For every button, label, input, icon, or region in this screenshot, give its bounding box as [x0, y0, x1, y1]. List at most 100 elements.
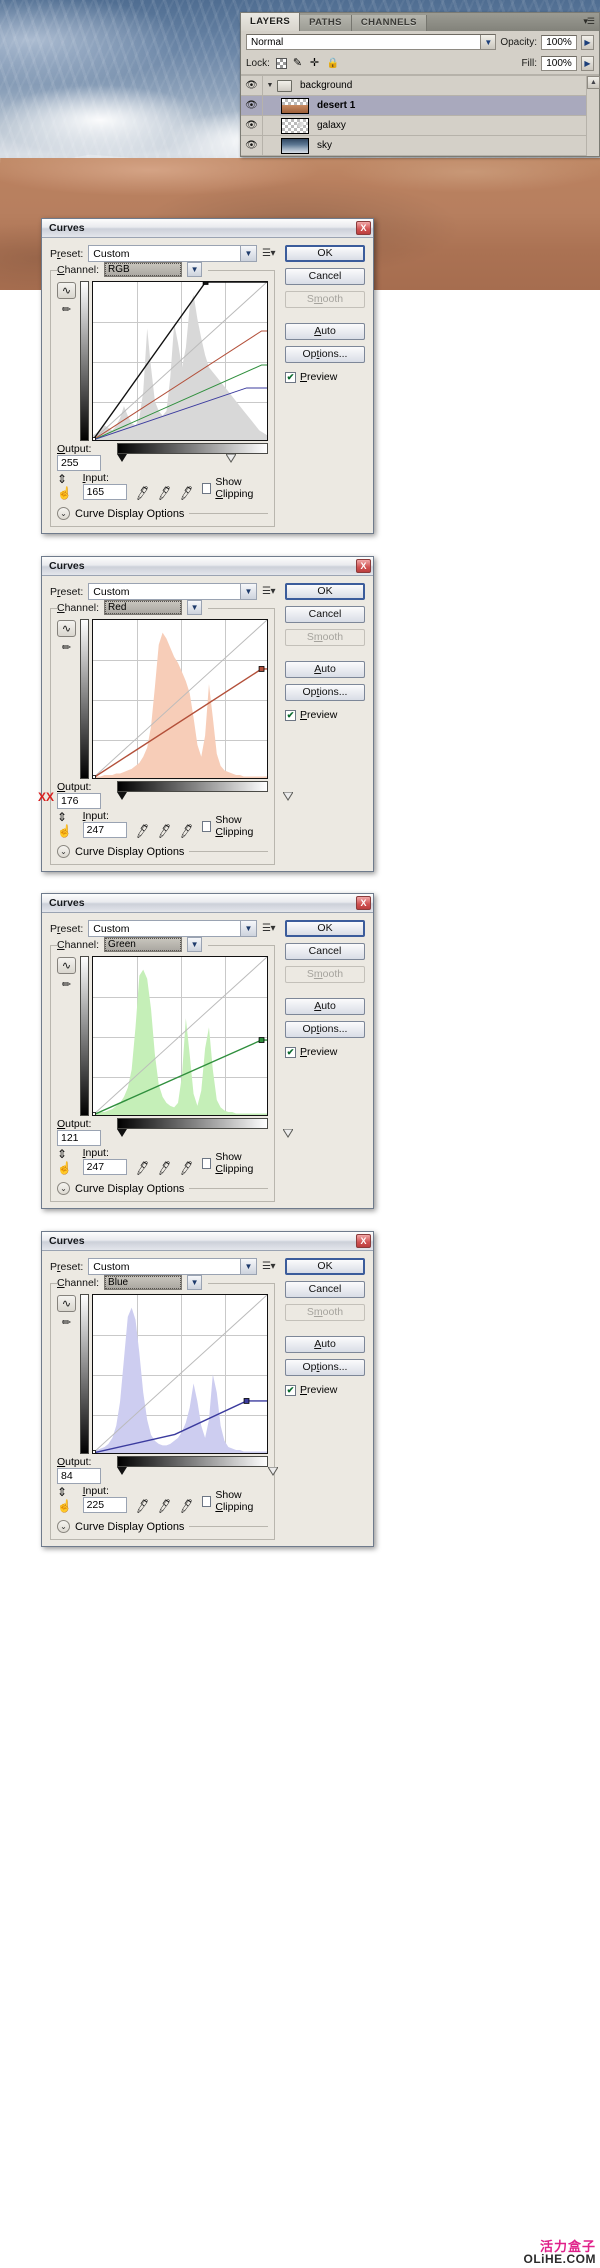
chevron-down-icon[interactable]: ⌄ — [57, 845, 70, 858]
black-point-handle[interactable] — [117, 1129, 128, 1137]
input-input[interactable]: 225 — [82, 1497, 127, 1513]
curve-adjust-hand-icon[interactable]: ⇕☝ — [57, 810, 75, 838]
auto-button[interactable]: Auto — [285, 323, 365, 340]
chevron-down-icon[interactable]: ⌄ — [57, 1520, 70, 1533]
chevron-down-icon[interactable]: ⌄ — [57, 1182, 70, 1195]
black-point-eyedropper-icon[interactable]: 🖊 — [133, 823, 150, 839]
curve-adjust-hand-icon[interactable]: ⇕☝ — [57, 1485, 75, 1513]
black-point-eyedropper-icon[interactable]: 🖊 — [133, 485, 150, 501]
pencil-draw-tool-icon[interactable]: ✏ — [57, 301, 76, 318]
layer-row-background[interactable]: 👁 ▼ background — [241, 76, 599, 96]
auto-button[interactable]: Auto — [285, 661, 365, 678]
output-input[interactable]: 121 — [57, 1130, 101, 1146]
pencil-draw-tool-icon[interactable]: ✏ — [57, 1314, 76, 1331]
visibility-toggle-background[interactable]: 👁 — [241, 76, 263, 95]
preset-select[interactable]: Custom ▼ — [88, 920, 258, 937]
preview-checkbox[interactable]: ✔ Preview — [285, 1046, 365, 1058]
curve-display-options-toggle[interactable]: ⌄ Curve Display Options — [57, 507, 268, 520]
output-input[interactable]: 176 — [57, 793, 101, 809]
ok-button[interactable]: OK — [285, 583, 365, 600]
curve-point-tool-icon[interactable]: ∿ — [57, 1295, 76, 1312]
auto-button[interactable]: Auto — [285, 1336, 365, 1353]
tab-channels[interactable]: CHANNELS — [351, 15, 427, 31]
options-button[interactable]: Options... — [285, 684, 365, 701]
group-disclosure-icon[interactable]: ▼ — [263, 82, 277, 89]
scroll-up-icon[interactable]: ▲ — [587, 76, 600, 89]
ok-button[interactable]: OK — [285, 920, 365, 937]
visibility-toggle-desert-1[interactable]: 👁 — [241, 96, 263, 115]
options-button[interactable]: Options... — [285, 1359, 365, 1376]
channel-select-value[interactable]: Red — [104, 600, 183, 615]
curve-adjust-hand-icon[interactable]: ⇕☝ — [57, 1147, 75, 1175]
layer-row-desert-1[interactable]: 👁 desert 1 — [241, 96, 599, 116]
gray-point-eyedropper-icon[interactable]: 🖊 — [156, 1160, 173, 1176]
options-button[interactable]: Options... — [285, 1021, 365, 1038]
input-input[interactable]: 165 — [82, 484, 127, 500]
chevron-down-icon[interactable]: ▼ — [187, 1275, 203, 1290]
panel-menu-icon[interactable]: ▾☰ — [583, 16, 595, 27]
lock-transparency-icon[interactable] — [275, 58, 287, 69]
curve-grid[interactable] — [92, 956, 268, 1116]
visibility-toggle-galaxy[interactable]: 👁 — [241, 116, 263, 135]
curve-grid[interactable] — [92, 281, 268, 441]
channel-select-value[interactable]: Green — [104, 937, 183, 952]
cancel-button[interactable]: Cancel — [285, 268, 365, 285]
input-input[interactable]: 247 — [82, 822, 127, 838]
curve-adjust-hand-icon[interactable]: ⇕☝ — [57, 472, 75, 500]
cancel-button[interactable]: Cancel — [285, 1281, 365, 1298]
opacity-input[interactable]: 100% — [541, 34, 577, 50]
curve-display-options-toggle[interactable]: ⌄ Curve Display Options — [57, 1182, 268, 1195]
gray-point-eyedropper-icon[interactable]: 🖊 — [156, 823, 173, 839]
chevron-down-icon[interactable]: ▼ — [187, 262, 203, 277]
preview-checkbox[interactable]: ✔ Preview — [285, 709, 365, 721]
black-point-eyedropper-icon[interactable]: 🖊 — [133, 1160, 150, 1176]
auto-button[interactable]: Auto — [285, 998, 365, 1015]
chevron-down-icon[interactable]: ▼ — [187, 600, 203, 615]
chevron-down-icon[interactable]: ⌄ — [57, 507, 70, 520]
layer-row-galaxy[interactable]: 👁 galaxy — [241, 116, 599, 136]
white-point-handle[interactable] — [267, 1467, 278, 1476]
channel-select-value[interactable]: Blue — [104, 1275, 183, 1290]
show-clipping-checkbox[interactable]: Show Clipping — [202, 1151, 268, 1175]
chevron-down-icon[interactable]: ▼ — [240, 246, 257, 261]
channel-select-value[interactable]: RGB — [104, 262, 183, 277]
output-input[interactable]: 84 — [57, 1468, 101, 1484]
dialog-title-bar[interactable]: Curves X — [42, 219, 373, 238]
fill-slider-arrow-icon[interactable]: ▶ — [581, 56, 594, 71]
preset-select[interactable]: Custom ▼ — [88, 583, 258, 600]
curve-display-options-toggle[interactable]: ⌄ Curve Display Options — [57, 845, 268, 858]
chevron-down-icon[interactable]: ▼ — [187, 937, 203, 952]
white-point-eyedropper-icon[interactable]: 🖊 — [178, 485, 195, 501]
white-point-eyedropper-icon[interactable]: 🖊 — [178, 823, 195, 839]
options-button[interactable]: Options... — [285, 346, 365, 363]
curve-point-tool-icon[interactable]: ∿ — [57, 957, 76, 974]
black-point-handle[interactable] — [117, 792, 128, 800]
layer-list-scrollbar[interactable]: ▲ — [586, 76, 600, 156]
layer-row-sky[interactable]: 👁 sky — [241, 136, 599, 156]
chevron-down-icon[interactable]: ▼ — [240, 921, 257, 936]
preset-options-icon[interactable]: ☰▾ — [262, 248, 275, 259]
white-point-handle[interactable] — [226, 454, 237, 463]
dialog-title-bar[interactable]: Curves X — [42, 1232, 373, 1251]
black-point-eyedropper-icon[interactable]: 🖊 — [133, 1498, 150, 1514]
dialog-title-bar[interactable]: Curves X — [42, 557, 373, 576]
curve-display-options-toggle[interactable]: ⌄ Curve Display Options — [57, 1520, 268, 1533]
white-point-eyedropper-icon[interactable]: 🖊 — [178, 1160, 195, 1176]
show-clipping-checkbox[interactable]: Show Clipping — [202, 814, 268, 838]
preset-select[interactable]: Custom ▼ — [88, 245, 258, 262]
pencil-draw-tool-icon[interactable]: ✏ — [57, 976, 76, 993]
white-point-handle[interactable] — [282, 1129, 293, 1138]
chevron-down-icon[interactable]: ▼ — [240, 584, 257, 599]
preview-checkbox[interactable]: ✔ Preview — [285, 371, 365, 383]
cancel-button[interactable]: Cancel — [285, 606, 365, 623]
gray-point-eyedropper-icon[interactable]: 🖊 — [156, 1498, 173, 1514]
curve-point-tool-icon[interactable]: ∿ — [57, 282, 76, 299]
close-icon[interactable]: X — [356, 221, 371, 235]
ok-button[interactable]: OK — [285, 245, 365, 262]
pencil-draw-tool-icon[interactable]: ✏ — [57, 639, 76, 656]
ok-button[interactable]: OK — [285, 1258, 365, 1275]
preset-options-icon[interactable]: ☰▾ — [262, 586, 275, 597]
lock-image-icon[interactable]: ✎ — [293, 58, 304, 69]
chevron-down-icon[interactable]: ▼ — [240, 1259, 257, 1274]
close-icon[interactable]: X — [356, 896, 371, 910]
